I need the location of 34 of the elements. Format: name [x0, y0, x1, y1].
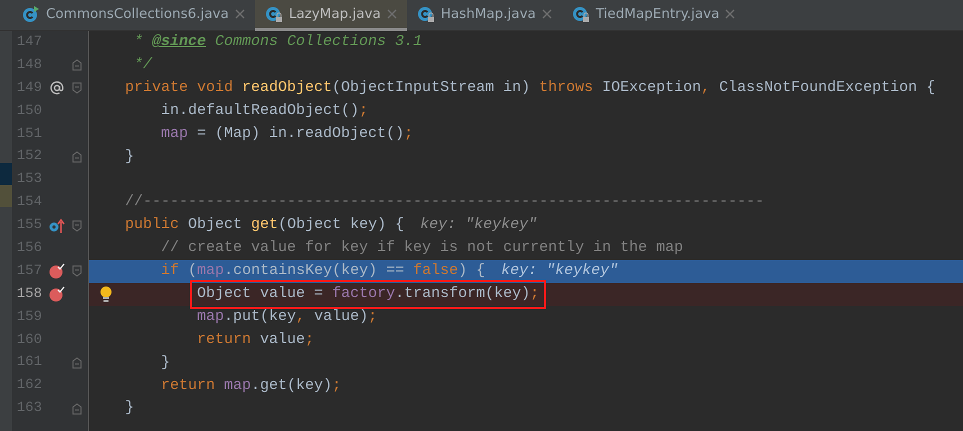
panel-edge — [0, 163, 12, 185]
editor-tab[interactable]: CommonsCollections6.java — [12, 0, 255, 31]
editor-tab[interactable]: TiedMapEntry.java — [562, 0, 746, 31]
close-icon — [234, 9, 245, 19]
close-icon — [386, 9, 397, 19]
editor-tab[interactable]: LazyMap.java — [254, 0, 407, 31]
class-locked-icon — [572, 5, 590, 23]
code-line: } — [124, 398, 134, 418]
code-line: */ — [133, 55, 152, 76]
code-line: if (map.containsKey(key) == false) { — [160, 261, 486, 282]
code-line: //--------------------------------------------------------------------- — [124, 192, 764, 212]
code-line: private void readObject(ObjectInputStream in) throws IOException, ClassNotFoundException { — [124, 78, 936, 98]
code-line: return value; — [196, 330, 314, 350]
code-line: // create value for key if key is not currently in the map — [160, 238, 684, 258]
inline-hint: key: "keykey" — [420, 215, 538, 236]
editor-tab[interactable]: HashMap.java — [406, 0, 562, 31]
line-number: 158 — [16, 284, 42, 304]
class-locked-icon — [416, 5, 435, 23]
class-run-icon — [22, 5, 40, 23]
code-line: } — [160, 352, 170, 373]
code-line: in.defaultReadObject(); — [160, 100, 368, 121]
code-line: map.put(key, value); — [196, 306, 378, 327]
code-line: map = (Map) in.readObject(); — [160, 124, 414, 144]
panel-edge — [0, 185, 12, 207]
code-line: } — [124, 146, 134, 167]
lightbulb-icon[interactable] — [99, 286, 113, 303]
code-line: Object value = factory.transform(key); — [197, 284, 540, 304]
close-icon — [725, 9, 736, 19]
code-line: return map.get(key); — [160, 376, 342, 396]
close-icon — [542, 9, 552, 19]
code-line: * @since Commons Collections 3.1 — [133, 32, 422, 52]
inline-hint: key: "keykey" — [501, 261, 618, 282]
class-locked-icon — [264, 5, 283, 23]
code-line: public Object get(Object key) { — [124, 215, 404, 236]
